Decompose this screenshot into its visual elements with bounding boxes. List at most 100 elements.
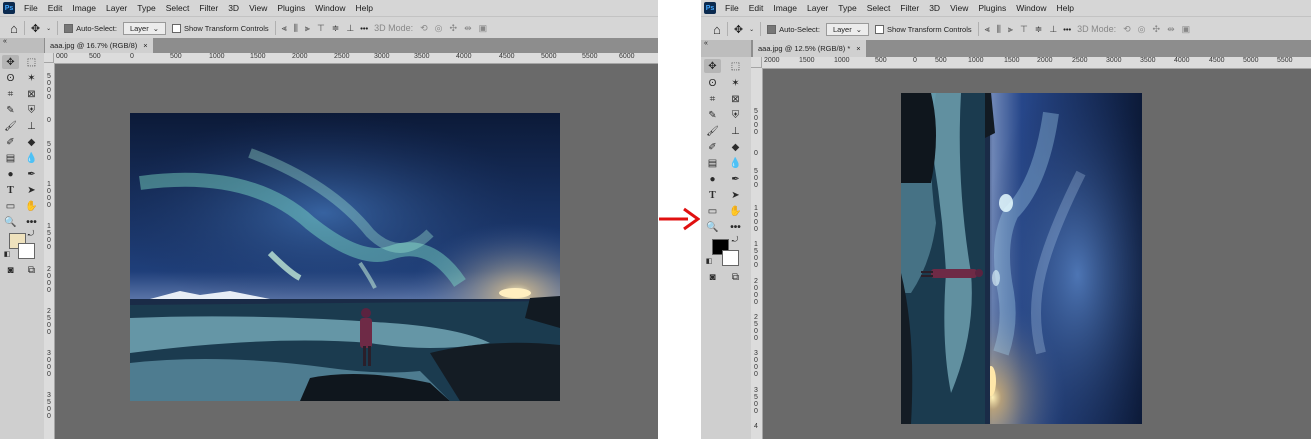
blur-tool[interactable]: 💧 xyxy=(727,156,744,170)
zoom-tool[interactable]: 🔍 xyxy=(2,215,19,229)
pen-tool[interactable]: ✒ xyxy=(23,167,40,181)
eraser-tool[interactable]: ◆ xyxy=(727,140,744,154)
menu-type[interactable]: Type xyxy=(132,3,160,13)
magic-wand-tool[interactable]: ✶ xyxy=(23,71,40,85)
vertical-ruler[interactable]: 5 0 0 0 0 5 0 0 1 0 0 0 1 5 0 0 2 0 0 0 … xyxy=(751,68,763,439)
auto-select-checkbox[interactable]: Auto-Select: xyxy=(64,23,117,33)
lasso-tool[interactable]: ʘ xyxy=(704,76,721,90)
healing-brush-tool[interactable]: ⛨ xyxy=(727,108,744,122)
chevron-down-icon[interactable]: ⌄ xyxy=(46,25,51,32)
align-center-icon[interactable]: ⫼ xyxy=(294,23,298,34)
path-selection-tool[interactable]: ➤ xyxy=(727,188,744,202)
rectangle-tool[interactable]: ▭ xyxy=(2,199,19,213)
menu-select[interactable]: Select xyxy=(862,3,896,13)
move-tool[interactable]: ✥ xyxy=(704,59,721,73)
more-options-icon[interactable]: ••• xyxy=(1063,25,1071,34)
dodge-tool[interactable]: ● xyxy=(2,167,19,181)
quick-mask-icon[interactable]: ◙ xyxy=(2,263,19,277)
align-bottom-icon[interactable]: ⊥ xyxy=(346,23,354,34)
3d-roll-icon[interactable]: ◎ xyxy=(1138,24,1146,35)
menu-window[interactable]: Window xyxy=(1011,3,1051,13)
background-color-swatch[interactable] xyxy=(722,250,739,266)
menu-view[interactable]: View xyxy=(945,3,973,13)
more-options-icon[interactable]: ••• xyxy=(360,24,368,33)
3d-roll-icon[interactable]: ◎ xyxy=(435,23,443,34)
quick-mask-icon[interactable]: ◙ xyxy=(704,270,721,284)
horizontal-ruler[interactable]: 2000 1500 1000 500 0 500 1000 1500 2000 … xyxy=(762,57,1311,69)
gradient-tool[interactable]: ▤ xyxy=(2,151,19,165)
screen-mode-icon[interactable]: ⧉ xyxy=(23,263,40,277)
zoom-tool[interactable]: 🔍 xyxy=(704,220,721,234)
vertical-ruler[interactable]: 5 0 0 0 0 5 0 0 1 0 0 0 1 5 0 0 2 0 0 0 … xyxy=(44,63,55,439)
collapse-icon[interactable]: « xyxy=(704,40,708,47)
move-tool[interactable]: ✥ xyxy=(2,55,19,69)
swap-colors-icon[interactable]: ⤾ xyxy=(730,235,740,245)
document-tab[interactable]: aaa.jpg @ 16.7% (RGB/8) × xyxy=(45,38,153,53)
magic-wand-tool[interactable]: ✶ xyxy=(727,76,744,90)
menu-view[interactable]: View xyxy=(244,3,272,13)
align-right-icon[interactable]: ⫸ xyxy=(1008,24,1013,35)
more-tools-icon[interactable]: ••• xyxy=(23,215,40,229)
3d-orbit-icon[interactable]: ⟲ xyxy=(1123,24,1131,35)
menu-select[interactable]: Select xyxy=(161,3,195,13)
show-transform-controls-checkbox[interactable]: Show Transform Controls xyxy=(172,23,269,33)
align-center-icon[interactable]: ⫼ xyxy=(997,24,1001,35)
menu-image[interactable]: Image xyxy=(768,3,802,13)
3d-scale-icon[interactable]: ▣ xyxy=(1182,24,1191,35)
menu-filter[interactable]: Filter xyxy=(194,3,223,13)
menu-3d[interactable]: 3D xyxy=(924,3,945,13)
swap-colors-icon[interactable]: ⤾ xyxy=(26,229,36,239)
align-top-icon[interactable]: ⊤ xyxy=(317,23,325,34)
menu-plugins[interactable]: Plugins xyxy=(973,3,1011,13)
chevron-down-icon[interactable]: ⌄ xyxy=(749,26,754,33)
menu-file[interactable]: File xyxy=(720,3,744,13)
canvas-area[interactable] xyxy=(55,64,658,439)
close-tab-icon[interactable]: × xyxy=(143,41,147,50)
auto-select-dropdown[interactable]: Layer ⌄ xyxy=(122,21,167,35)
eraser-tool[interactable]: ◆ xyxy=(23,135,40,149)
default-colors-icon[interactable]: ◧ xyxy=(3,250,11,258)
gradient-tool[interactable]: ▤ xyxy=(704,156,721,170)
horizontal-ruler[interactable]: 000 500 0 500 1000 1500 2000 2500 3000 3… xyxy=(54,53,658,64)
menu-edit[interactable]: Edit xyxy=(744,3,769,13)
frame-tool[interactable]: ⊠ xyxy=(727,92,744,106)
auto-select-checkbox[interactable]: Auto-Select: xyxy=(767,24,820,34)
crop-tool[interactable]: ⌗ xyxy=(704,92,721,106)
clone-stamp-tool[interactable]: ⊥ xyxy=(23,119,40,133)
menu-3d[interactable]: 3D xyxy=(223,3,244,13)
align-right-icon[interactable]: ⫸ xyxy=(305,23,310,34)
3d-slide-icon[interactable]: ⇹ xyxy=(1167,24,1175,35)
menu-file[interactable]: File xyxy=(19,3,43,13)
default-colors-icon[interactable]: ◧ xyxy=(705,257,713,265)
type-tool[interactable]: T xyxy=(2,183,19,197)
lasso-tool[interactable]: ʘ xyxy=(2,71,19,85)
rectangle-tool[interactable]: ▭ xyxy=(704,204,721,218)
align-left-icon[interactable]: ⫷ xyxy=(282,23,287,34)
align-bottom-icon[interactable]: ⊥ xyxy=(1049,24,1057,35)
eyedropper-tool[interactable]: ✎ xyxy=(704,108,721,122)
collapse-icon[interactable]: « xyxy=(3,38,7,45)
crop-tool[interactable]: ⌗ xyxy=(2,87,19,101)
menu-plugins[interactable]: Plugins xyxy=(272,3,310,13)
menu-help[interactable]: Help xyxy=(350,3,377,13)
eyedropper-tool[interactable]: ✎ xyxy=(2,103,19,117)
marquee-tool[interactable]: ⬚ xyxy=(727,59,744,73)
path-selection-tool[interactable]: ➤ xyxy=(23,183,40,197)
3d-slide-icon[interactable]: ⇹ xyxy=(464,23,472,34)
hand-tool[interactable]: ✋ xyxy=(727,204,744,218)
screen-mode-icon[interactable]: ⧉ xyxy=(727,270,744,284)
home-icon[interactable]: ⌂ xyxy=(713,22,721,37)
menu-image[interactable]: Image xyxy=(67,3,101,13)
brush-tool[interactable]: 🖌 xyxy=(704,124,721,138)
background-color-swatch[interactable] xyxy=(18,243,35,259)
align-left-icon[interactable]: ⫷ xyxy=(985,24,990,35)
more-tools-icon[interactable]: ••• xyxy=(727,220,744,234)
menu-window[interactable]: Window xyxy=(310,3,350,13)
align-top-icon[interactable]: ⊤ xyxy=(1020,24,1028,35)
menu-layer[interactable]: Layer xyxy=(101,3,132,13)
healing-brush-tool[interactable]: ⛨ xyxy=(23,103,40,117)
history-brush-tool[interactable]: ✐ xyxy=(704,140,721,154)
move-tool-icon[interactable]: ✥ xyxy=(734,23,743,36)
home-icon[interactable]: ⌂ xyxy=(10,21,18,36)
document-tab[interactable]: aaa.jpg @ 12.5% (RGB/8) * × xyxy=(753,40,866,57)
